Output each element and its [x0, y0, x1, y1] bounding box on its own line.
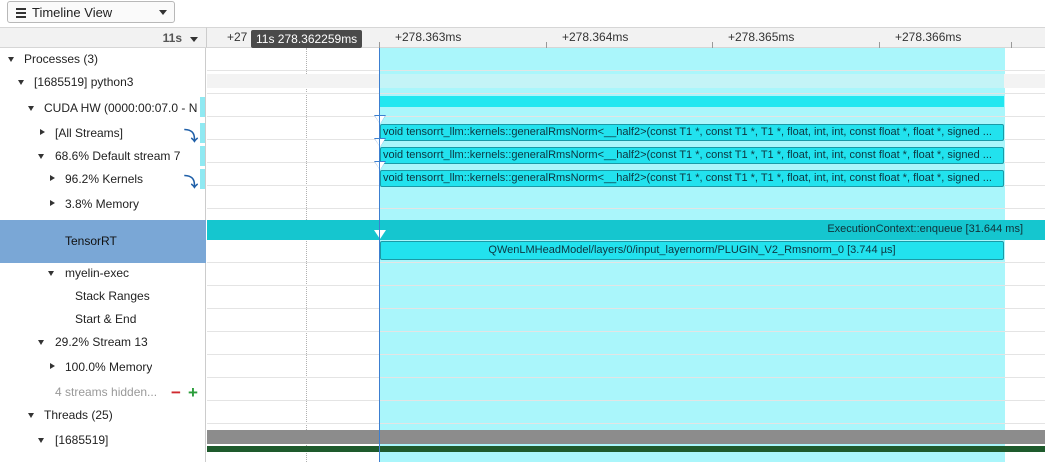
tree-row-label: TensorRT [65, 234, 117, 248]
tree-row-label: [1685519] python3 [34, 75, 134, 89]
tree-row-label: 100.0% Memory [65, 360, 153, 374]
chevron-down-icon[interactable] [18, 80, 24, 85]
tree-row-label: [All Streams] [55, 126, 124, 140]
tick-label: +278.364ms [562, 30, 629, 44]
marker-icon [375, 162, 385, 170]
row-divider [207, 354, 1045, 355]
tick-label: +278.363ms [395, 30, 462, 44]
kernel-bar-default-stream[interactable]: void tensorrt_llm::kernels::generalRmsNo… [380, 147, 1004, 164]
thread-state-bar[interactable] [207, 446, 1045, 452]
tree-row-thread-1685519[interactable]: [1685519] [0, 429, 206, 452]
chevron-right-icon[interactable] [40, 129, 45, 135]
chevron-down-icon[interactable] [38, 340, 44, 345]
tree-row-memory[interactable]: 3.8% Memory [0, 193, 206, 216]
tree-row-all-streams[interactable]: [All Streams] ⤵ [0, 122, 206, 145]
tree-row-memory-100[interactable]: 100.0% Memory [0, 356, 206, 379]
row-divider [207, 331, 1045, 332]
tree-row-label: Threads (25) [44, 408, 113, 422]
tree-row-kernels[interactable]: 96.2% Kernels ⤵ [0, 168, 206, 191]
chevron-down-icon[interactable] [28, 413, 34, 418]
tree-row-processes[interactable]: Processes (3) [0, 48, 206, 71]
chevron-down-icon[interactable] [48, 271, 54, 276]
cuda-hw-activity-bar[interactable] [380, 96, 1004, 107]
row-color-stripe [200, 97, 205, 117]
tree-row-label: myelin-exec [65, 266, 130, 280]
view-selector-dropdown[interactable]: Timeline View [7, 1, 175, 23]
marker-icon [375, 116, 385, 124]
tree-row-stack-ranges[interactable]: Stack Ranges [0, 285, 206, 308]
tree-row-stream-13[interactable]: 29.2% Stream 13 [0, 331, 206, 354]
plugin-range-bar[interactable]: QWenLMHeadModel/layers/0/input_layernorm… [380, 241, 1004, 260]
thread-activity-bar[interactable] [207, 430, 1045, 444]
tree-row-label: 3.8% Memory [65, 197, 140, 211]
tree-row-label: CUDA HW (0000:00:07.0 - N [44, 101, 198, 115]
marker-icon [375, 139, 385, 147]
row-divider [207, 208, 1045, 209]
timeline-canvas[interactable]: void tensorrt_llm::kernels::generalRmsNo… [207, 48, 1045, 462]
cursor-time-tooltip: 11s 278.362259ms [251, 30, 363, 48]
row-divider [207, 116, 1045, 117]
row-color-stripe [200, 123, 205, 143]
process-summary-band [380, 74, 1004, 88]
tree-row-myelin-exec[interactable]: myelin-exec [0, 262, 206, 285]
enqueue-range-label: ExecutionContext::enqueue [31.644 ms] [827, 223, 1023, 235]
row-divider [207, 262, 1045, 263]
view-selector-label: Timeline View [32, 5, 113, 20]
tree-row-threads[interactable]: Threads (25) [0, 404, 206, 427]
tree-row-hidden-streams[interactable]: 4 streams hidden... − + [0, 381, 206, 404]
row-divider [207, 285, 1045, 286]
chevron-down-icon[interactable] [8, 57, 14, 62]
toolbar: Timeline View [0, 0, 1045, 27]
plus-icon[interactable]: + [188, 383, 198, 403]
tree-row-start-end[interactable]: Start & End [0, 308, 206, 331]
row-tree: Processes (3) [1685519] python3 CUDA HW … [0, 48, 206, 462]
tree-row-label: 68.6% Default stream 7 [55, 149, 181, 163]
row-divider [207, 70, 1045, 71]
chevron-down-icon[interactable] [28, 106, 34, 111]
row-divider [207, 400, 1045, 401]
row-divider [207, 377, 1045, 378]
tick-label: +278.365ms [728, 30, 795, 44]
row-color-stripe [200, 146, 205, 166]
tree-row-tensorrt[interactable]: TensorRT [0, 220, 206, 263]
tree-row-label: [1685519] [55, 433, 109, 447]
tick-label: +27 [227, 30, 248, 44]
chevron-down-icon[interactable] [190, 37, 198, 42]
row-divider [207, 308, 1045, 309]
kernel-bar-all-streams[interactable]: void tensorrt_llm::kernels::generalRmsNo… [380, 124, 1004, 141]
zoom-header: 11s [0, 27, 206, 48]
tree-row-label: Start & End [75, 312, 137, 326]
tree-row-cuda-hw[interactable]: CUDA HW (0000:00:07.0 - N [0, 97, 206, 120]
marker-icon [374, 230, 386, 239]
chevron-right-icon[interactable] [50, 363, 55, 369]
tree-row-label: 29.2% Stream 13 [55, 335, 148, 349]
tree-row-default-stream[interactable]: 68.6% Default stream 7 [0, 145, 206, 168]
chevron-down-icon[interactable] [38, 154, 44, 159]
chevron-right-icon[interactable] [50, 175, 55, 181]
row-divider [207, 93, 1045, 94]
minus-icon[interactable]: − [171, 383, 181, 403]
tree-row-label: Processes (3) [24, 52, 99, 66]
zoom-level-label[interactable]: 11s [163, 31, 182, 45]
fold-arrow-icon[interactable]: ⤵ [184, 126, 198, 146]
tick-label: +278.366ms [895, 30, 962, 44]
row-color-stripe [200, 169, 205, 189]
fold-arrow-icon[interactable]: ⤵ [184, 172, 198, 192]
kernel-bar-kernels[interactable]: void tensorrt_llm::kernels::generalRmsNo… [380, 170, 1004, 187]
tree-row-label: Stack Ranges [75, 289, 150, 303]
chevron-down-icon [159, 10, 167, 15]
tree-row-label: 4 streams hidden... [55, 385, 158, 399]
row-divider [207, 423, 1045, 424]
chevron-down-icon[interactable] [38, 438, 44, 443]
cursor-line [379, 48, 380, 462]
chevron-right-icon[interactable] [50, 200, 55, 206]
tree-row-label: 96.2% Kernels [65, 172, 144, 186]
enqueue-range-bar[interactable]: ExecutionContext::enqueue [31.644 ms] [207, 220, 1045, 240]
tree-row-process-python3[interactable]: [1685519] python3 [0, 71, 206, 94]
menu-icon [16, 8, 26, 20]
